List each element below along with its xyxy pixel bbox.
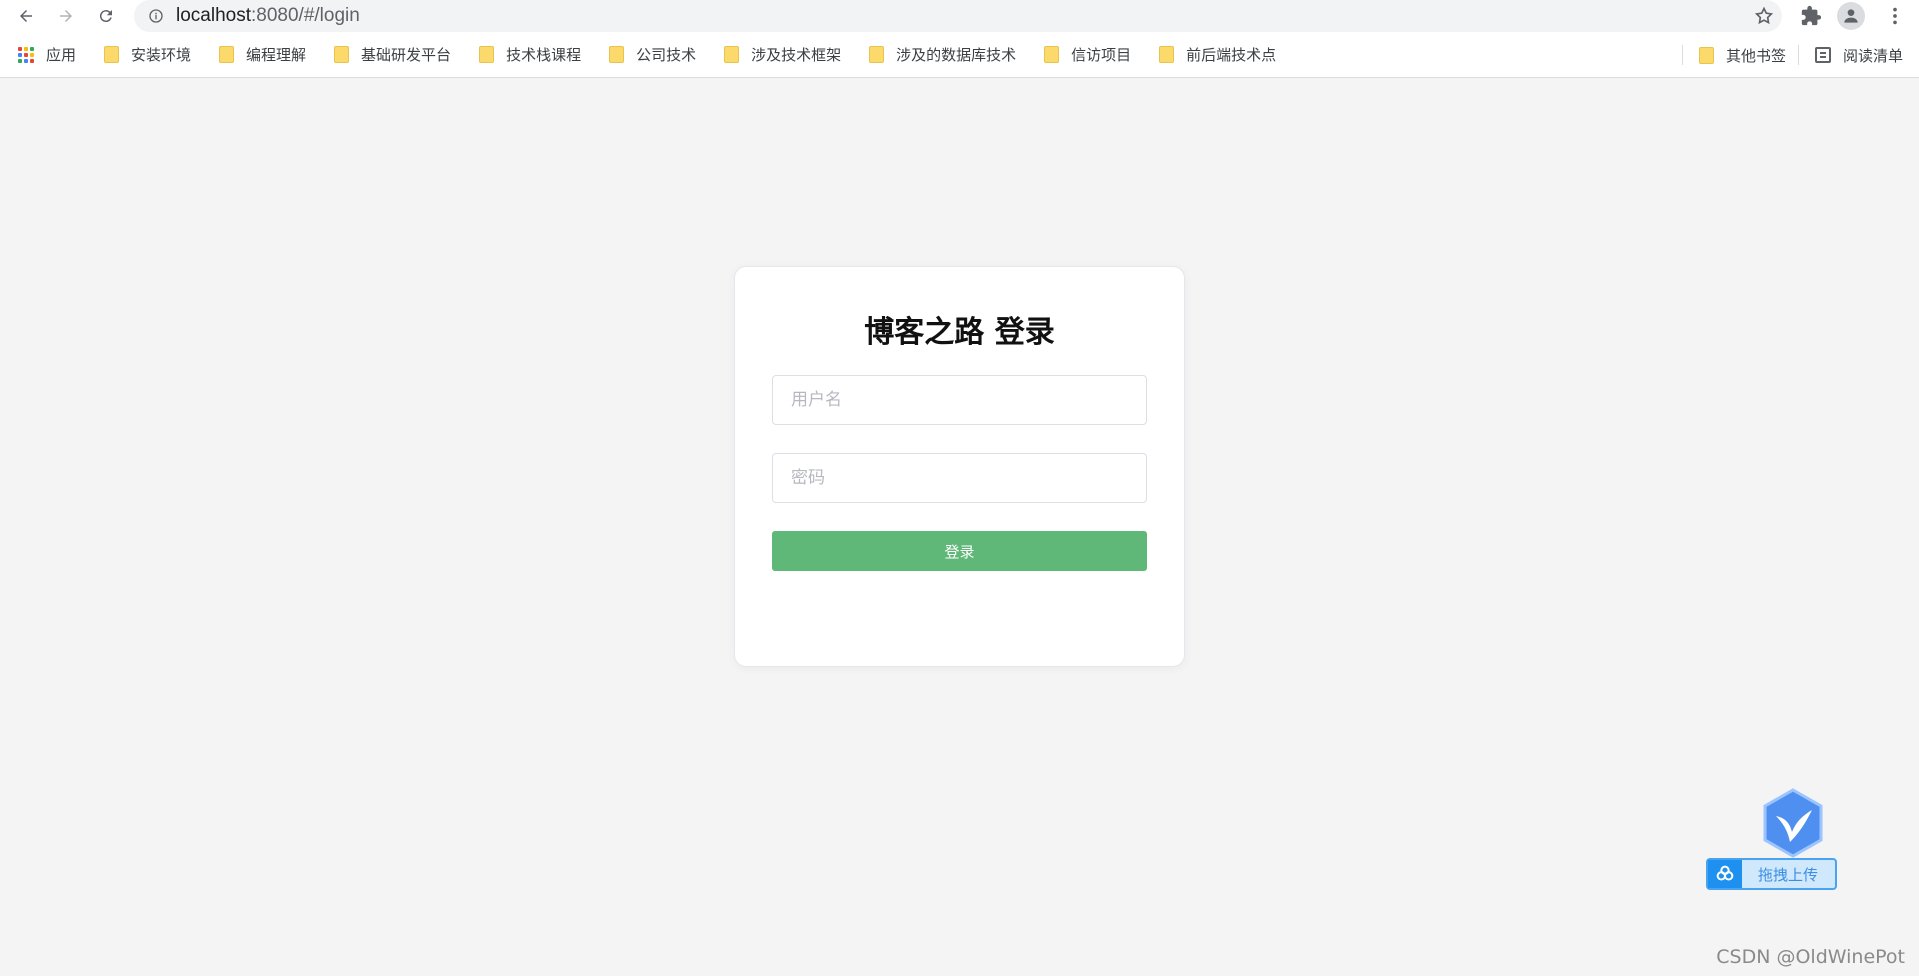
folder-icon (724, 46, 740, 63)
bookmark-folder[interactable]: 技术栈课程 (463, 40, 593, 70)
upload-bar[interactable]: 拖拽上传 (1706, 858, 1837, 890)
bookmarks-right: 其他书签 阅读清单 (1682, 32, 1909, 78)
bookmark-label: 其他书签 (1726, 46, 1787, 65)
arrow-right-icon (60, 10, 72, 22)
bookmark-label: 技术栈课程 (506, 46, 582, 64)
bookmark-other[interactable]: 其他书签 (1683, 40, 1798, 70)
browser-toolbar: localhost:8080/#/login (0, 0, 1919, 32)
folder-icon (479, 46, 495, 63)
watermark: CSDN @OldWinePot (1716, 946, 1905, 968)
login-card: 博客之路 登录 登录 (734, 266, 1185, 667)
cloud-icon (1708, 860, 1742, 888)
bookmark-folder[interactable]: 公司技术 (593, 40, 708, 70)
puzzle-icon[interactable] (1800, 5, 1822, 27)
login-button[interactable]: 登录 (772, 531, 1147, 571)
folder-icon (104, 46, 120, 63)
url-text[interactable]: localhost:8080/#/login (176, 5, 360, 27)
bookmark-label: 信访项目 (1071, 46, 1132, 64)
forward-button[interactable] (46, 0, 86, 32)
person-icon (1844, 9, 1858, 23)
bookmark-folder[interactable]: 基础研发平台 (318, 40, 463, 70)
bookmark-label: 涉及技术框架 (751, 46, 842, 64)
bookmark-label: 安装环境 (131, 46, 192, 64)
more-vertical-icon[interactable] (1884, 5, 1906, 27)
bookmark-apps[interactable]: 应用 (0, 40, 88, 70)
bookmark-label: 基础研发平台 (361, 46, 452, 64)
bookmark-folder[interactable]: 涉及技术框架 (708, 40, 853, 70)
bookmark-folder[interactable]: 前后端技术点 (1143, 40, 1288, 70)
folder-icon (219, 46, 235, 63)
avatar[interactable] (1837, 2, 1865, 30)
bookmark-label: 涉及的数据库技术 (896, 46, 1017, 64)
page-title: 博客之路 登录 (864, 315, 1055, 350)
bookmark-label: 编程理解 (246, 46, 307, 64)
reload-icon (99, 10, 112, 23)
folder-icon (609, 46, 625, 63)
address-bar[interactable]: localhost:8080/#/login (134, 0, 1782, 32)
bookmark-folder[interactable]: 编程理解 (203, 40, 318, 70)
info-icon[interactable] (148, 8, 164, 24)
upload-label: 拖拽上传 (1758, 865, 1819, 884)
drag-upload-widget[interactable]: 拖拽上传 (1706, 788, 1837, 892)
bookmark-folder[interactable]: 信访项目 (1028, 40, 1143, 70)
folder-icon (1699, 46, 1714, 64)
apps-grid-icon (18, 46, 34, 63)
bookmark-folder[interactable]: 涉及的数据库技术 (853, 40, 1028, 70)
folder-icon (334, 46, 350, 63)
bookmark-label: 前后端技术点 (1186, 46, 1277, 64)
folder-icon (1159, 46, 1175, 63)
url-host: localhost (176, 5, 251, 26)
url-path: :8080/#/login (251, 5, 360, 26)
bookmarks-bar: 应用 安装环境 编程理解 基础研发平台 技术栈课程 公司技术 涉及技术框架 涉及… (0, 32, 1919, 78)
bookmark-label: 应用 (46, 46, 77, 64)
folder-icon (869, 46, 885, 63)
back-button[interactable] (6, 0, 46, 32)
bookmark-label: 阅读清单 (1843, 46, 1904, 65)
arrow-left-icon (20, 10, 32, 22)
reading-list[interactable]: 阅读清单 (1799, 40, 1909, 70)
star-icon[interactable] (1754, 6, 1774, 26)
reading-list-icon (1815, 47, 1832, 63)
username-input[interactable] (772, 375, 1147, 425)
bookmark-folder[interactable]: 安装环境 (88, 40, 203, 70)
folder-icon (1044, 46, 1060, 63)
bird-logo-icon (1763, 788, 1823, 858)
reload-button[interactable] (86, 0, 126, 32)
bookmark-label: 公司技术 (636, 46, 697, 64)
password-input[interactable] (772, 453, 1147, 503)
